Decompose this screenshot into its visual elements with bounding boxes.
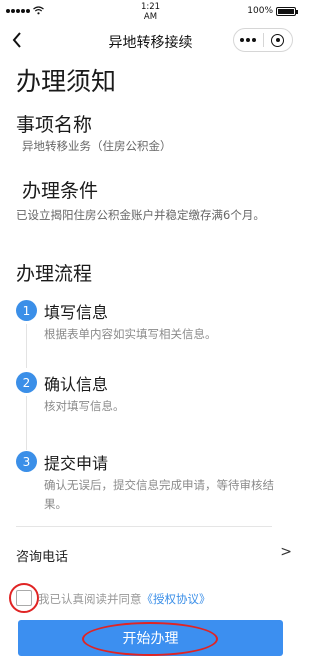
step-connector: [26, 396, 27, 450]
section-divider: [16, 526, 272, 527]
process-title: 办理流程: [16, 263, 93, 285]
agreement-text: 我已认真阅读并同意《授权协议》: [38, 591, 211, 607]
page-title: 办理须知: [16, 67, 117, 96]
start-button[interactable]: 开始办理: [18, 620, 283, 656]
step-number: 2: [16, 372, 37, 393]
step-desc: 根据表单内容如实填写相关信息。: [44, 327, 217, 341]
step-connector: [26, 324, 27, 368]
conditions-title: 办理条件: [22, 180, 99, 202]
step-title: 确认信息: [44, 375, 109, 394]
step-item: 2 确认信息 核对填写信息。: [16, 372, 286, 450]
step-number: 1: [16, 300, 37, 321]
chevron-right-icon: >: [280, 544, 292, 560]
conditions-text: 已设立揭阳住房公积金账户并稳定缴存满6个月。: [16, 208, 265, 222]
item-name-title: 事项名称: [16, 114, 93, 136]
battery-percent: 100%: [247, 6, 273, 16]
status-bar: 1:21 AM 100%: [0, 0, 301, 26]
consult-phone-row[interactable]: 咨询电话 >: [16, 540, 292, 568]
agreement-row: 我已认真阅读并同意《授权协议》: [9, 583, 274, 613]
step-item: 1 填写信息 根据表单内容如实填写相关信息。: [16, 300, 286, 368]
close-target-icon[interactable]: [263, 33, 292, 47]
step-item: 3 提交申请 确认无误后，提交信息完成申请，等待审核结果。: [16, 451, 286, 523]
step-desc: 确认无误后，提交信息完成申请，等待审核结果。: [44, 478, 274, 511]
step-desc: 核对填写信息。: [44, 399, 125, 413]
step-number: 3: [16, 451, 37, 472]
more-dots-icon[interactable]: [234, 38, 263, 42]
agreement-link[interactable]: 《授权协议》: [142, 592, 211, 606]
agreement-checkbox[interactable]: [16, 590, 32, 606]
mini-program-capsule: [233, 28, 293, 52]
consult-phone-label: 咨询电话: [16, 550, 69, 565]
item-name-text: 异地转移业务（住房公积金）: [22, 139, 172, 153]
step-title: 提交申请: [44, 454, 109, 473]
battery-icon: [276, 6, 298, 16]
nav-bar: 异地转移接续: [0, 26, 301, 56]
step-title: 填写信息: [44, 303, 109, 322]
agreement-statement: 我已认真阅读并同意: [38, 592, 142, 606]
